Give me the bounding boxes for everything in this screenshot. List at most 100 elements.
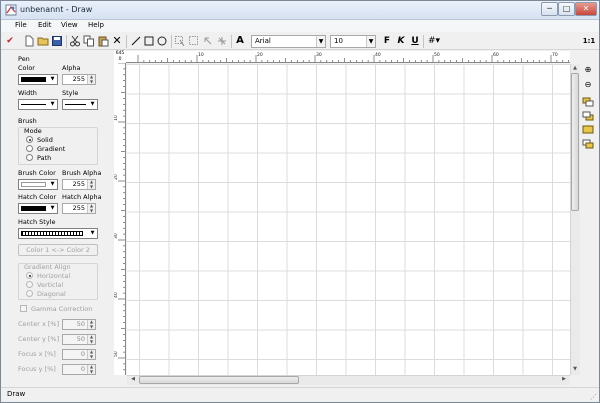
vertical-scroll-thumb[interactable] xyxy=(571,73,579,211)
menu-view[interactable]: View xyxy=(61,21,78,29)
pen-style-label: Style xyxy=(62,89,79,97)
font-size-select[interactable]: 10 ▼ xyxy=(330,35,376,48)
properties-panel: Pen Color Alpha ▼ 255 ▲ ▼ Width Style ▼ ▼… xyxy=(1,51,113,384)
send-backward-icon[interactable] xyxy=(582,111,594,121)
focus-y-spinner[interactable]: 0 ▲ ▼ xyxy=(62,364,96,375)
chevron-down-icon: ▼ xyxy=(50,205,55,211)
center-y-value: 50 xyxy=(76,335,85,343)
pointer-icon[interactable] xyxy=(202,35,214,47)
hatch-alpha-value: 255 xyxy=(72,204,85,212)
spinner-arrows-icon[interactable]: ▲ ▼ xyxy=(87,203,95,213)
underline-button[interactable]: U xyxy=(409,35,421,47)
mode-gradient-radio[interactable] xyxy=(26,145,33,152)
pen-width-select[interactable]: ▼ xyxy=(18,99,58,110)
window-title: unbenannt - Draw xyxy=(20,5,93,14)
ruler-label: 50 xyxy=(434,52,440,58)
center-x-value: 50 xyxy=(76,320,85,328)
select-icon[interactable] xyxy=(174,35,186,47)
scroll-right-icon[interactable]: ▶ xyxy=(559,376,569,382)
spinner-arrows-icon[interactable]: ▲ ▼ xyxy=(87,74,95,84)
center-y-spinner[interactable]: 50 ▲ ▼ xyxy=(62,334,96,345)
scroll-down-icon[interactable]: ▼ xyxy=(570,366,580,372)
align-diagonal-radio[interactable] xyxy=(26,290,33,297)
chevron-down-icon: ▼ xyxy=(366,36,375,47)
swap-colors-button[interactable]: Color 1 <-> Color 2 xyxy=(18,244,98,256)
hatch-color-picker[interactable]: ▼ xyxy=(18,203,58,214)
center-x-label: Center x [%] xyxy=(18,320,60,328)
hatch-alpha-spinner[interactable]: 255 ▲ ▼ xyxy=(62,203,96,214)
copy-icon[interactable] xyxy=(83,35,95,47)
ruler-label: 20 xyxy=(257,52,263,58)
new-icon[interactable] xyxy=(23,35,35,47)
open-icon[interactable] xyxy=(37,35,49,47)
line-icon[interactable] xyxy=(130,35,142,47)
mode-path-radio[interactable] xyxy=(26,154,33,161)
zoom-out-icon[interactable]: ⊖ xyxy=(582,80,594,90)
horizontal-scroll-thumb[interactable] xyxy=(139,376,299,384)
bold-button[interactable]: F xyxy=(381,35,393,47)
italic-button[interactable]: K xyxy=(395,35,407,47)
hatch-color-label: Hatch Color xyxy=(18,193,57,201)
zoom-in-icon[interactable]: ⊕ xyxy=(582,65,594,75)
center-x-spinner[interactable]: 50 ▲ ▼ xyxy=(62,319,96,330)
ruler-label: 50 xyxy=(114,351,119,357)
hatch-style-select[interactable]: ▼ xyxy=(18,228,98,239)
select-multi-icon[interactable] xyxy=(188,35,200,47)
save-icon[interactable] xyxy=(51,35,63,47)
focus-y-value: 0 xyxy=(80,365,85,373)
maximize-button[interactable]: □ xyxy=(558,2,575,16)
align-horizontal-radio[interactable] xyxy=(26,272,33,279)
pointer-star-icon[interactable] xyxy=(216,35,228,47)
pen-style-select[interactable]: ▼ xyxy=(62,99,98,110)
brush-header: Brush xyxy=(18,117,37,125)
send-to-back-icon[interactable] xyxy=(582,139,594,149)
menu-help[interactable]: Help xyxy=(88,21,104,29)
brush-color-picker[interactable]: ▼ xyxy=(18,179,58,190)
pen-color-picker[interactable]: ▼ xyxy=(18,74,58,85)
menu-file[interactable]: File xyxy=(15,21,27,29)
gamma-correction-checkbox[interactable] xyxy=(20,305,27,312)
scroll-left-icon[interactable]: ◀ xyxy=(128,376,138,382)
spinner-arrows-icon[interactable]: ▲ ▼ xyxy=(87,319,95,329)
ruler-label: 20 xyxy=(114,174,119,180)
font-size-value: 10 xyxy=(334,37,343,45)
menu-edit[interactable]: Edit xyxy=(38,21,52,29)
resize-grip-icon[interactable]: ⋰ xyxy=(590,393,597,401)
checkmark-icon[interactable]: ✔ xyxy=(4,35,16,47)
cut-icon[interactable] xyxy=(69,35,81,47)
title-bar: unbenannt - Draw ─ □ ✕ xyxy=(1,1,599,20)
delete-icon[interactable]: ✕ xyxy=(111,35,123,47)
pen-color-swatch xyxy=(21,77,46,82)
pen-color-label: Color xyxy=(18,64,35,72)
pen-alpha-spinner[interactable]: 255 ▲ ▼ xyxy=(62,74,96,85)
paste-icon[interactable] xyxy=(97,35,109,47)
pen-alpha-label: Alpha xyxy=(62,64,81,72)
minimize-button[interactable]: ─ xyxy=(541,2,558,16)
grid-icon[interactable]: #▾ xyxy=(426,35,442,47)
chevron-down-icon: ▼ xyxy=(316,36,325,47)
ruler-label: 10 xyxy=(198,52,204,58)
spinner-arrows-icon[interactable]: ▲ ▼ xyxy=(87,349,95,359)
ellipse-icon[interactable] xyxy=(156,35,168,47)
brush-alpha-spinner[interactable]: 255 ▲ ▼ xyxy=(62,179,96,190)
rectangle-icon[interactable] xyxy=(143,35,155,47)
chevron-down-icon: ▼ xyxy=(90,101,95,107)
spinner-arrows-icon[interactable]: ▲ ▼ xyxy=(87,179,95,189)
bring-to-front-icon[interactable] xyxy=(582,125,594,135)
close-button[interactable]: ✕ xyxy=(575,2,597,16)
font-name-select[interactable]: Arial ▼ xyxy=(251,35,326,48)
drawing-canvas[interactable] xyxy=(127,64,570,375)
pen-width-label: Width xyxy=(18,89,37,97)
focus-x-value: 0 xyxy=(80,350,85,358)
scroll-up-icon[interactable]: ▲ xyxy=(570,65,580,71)
spinner-arrows-icon[interactable]: ▲ ▼ xyxy=(87,364,95,374)
spinner-arrows-icon[interactable]: ▲ ▼ xyxy=(87,334,95,344)
status-text: Draw xyxy=(7,390,26,398)
text-icon[interactable]: A xyxy=(234,35,246,47)
ruler-label: 60 xyxy=(493,52,499,58)
bring-forward-icon[interactable] xyxy=(582,97,594,107)
align-vertical-radio[interactable] xyxy=(26,281,33,288)
mode-solid-radio[interactable] xyxy=(26,136,33,143)
focus-x-spinner[interactable]: 0 ▲ ▼ xyxy=(62,349,96,360)
brush-alpha-label: Brush Alpha xyxy=(62,169,102,177)
